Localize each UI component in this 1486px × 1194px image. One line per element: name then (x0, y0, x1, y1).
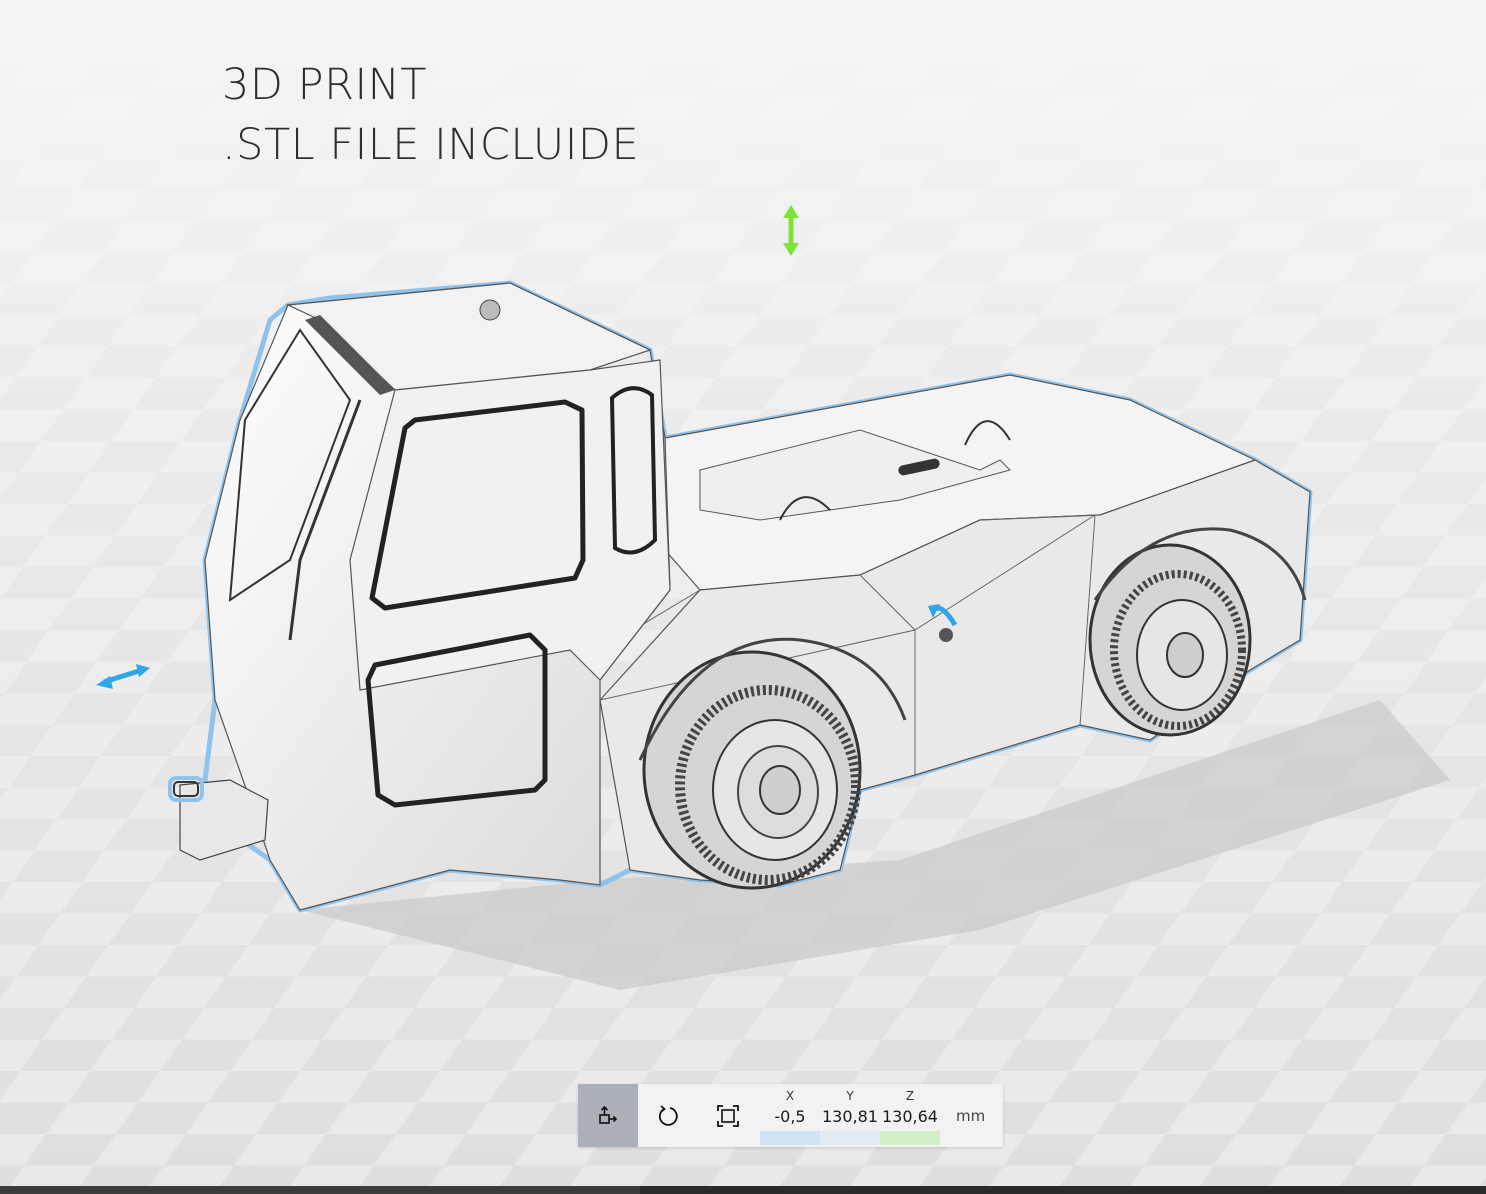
coord-y-bar (820, 1131, 880, 1145)
scene-canvas[interactable] (0, 0, 1486, 1194)
move-tool-button[interactable] (578, 1084, 638, 1147)
unit-label: mm (956, 1106, 986, 1125)
front-wheel (642, 650, 862, 890)
rotate-icon (658, 1104, 678, 1126)
coord-x-value[interactable]: -0,5 (774, 1106, 805, 1128)
coord-y-label: Y (846, 1089, 854, 1103)
coord-z-bar (880, 1131, 940, 1145)
bottom-status-strip (0, 1186, 1486, 1194)
scale-icon (717, 1104, 739, 1127)
coord-y-value[interactable]: 130,81 (822, 1106, 878, 1128)
caption-line-2: .STL FILE INCLUIDE (222, 120, 640, 170)
coord-z[interactable]: Z 130,64 (880, 1084, 940, 1147)
rotate-tool-button[interactable] (638, 1084, 698, 1147)
coordinate-readout: X -0,5 Y 130,81 Z 130,64 (760, 1084, 940, 1147)
coord-z-value[interactable]: 130,64 (882, 1106, 938, 1128)
coord-x-bar (760, 1131, 820, 1145)
caption-line-1: 3D PRINT (222, 60, 428, 110)
rear-wheel (1088, 543, 1252, 737)
coord-x-label: X (785, 1089, 795, 1103)
3d-viewport[interactable]: 3D PRINT .STL FILE INCLUIDE X -0,5 Y 130… (0, 0, 1486, 1194)
coord-y[interactable]: Y 130,81 (820, 1084, 880, 1147)
coord-x[interactable]: X -0,5 (760, 1084, 820, 1147)
move-icon (599, 1105, 618, 1124)
transform-toolbar: X -0,5 Y 130,81 Z 130,64 mm (578, 1084, 1003, 1147)
coord-z-label: Z (905, 1089, 915, 1103)
scale-tool-button[interactable] (698, 1084, 758, 1147)
